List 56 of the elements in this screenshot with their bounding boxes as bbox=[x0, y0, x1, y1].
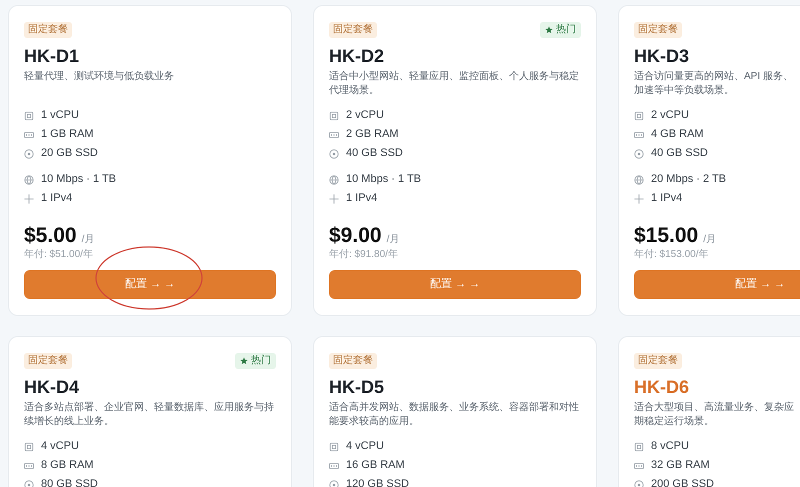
spec-text: 2 GB RAM bbox=[346, 127, 399, 142]
plan-name: HK-D4 bbox=[24, 376, 80, 398]
spec-text: 16 GB RAM bbox=[346, 458, 405, 474]
plan-description: 适合高并发网站、数据服务、业务系统、容器部署和对性 能要求较高的应用。 bbox=[329, 401, 580, 429]
plan-description: 适合访问量更高的网站、API 服务、 加速等中等负载场景。 bbox=[634, 70, 794, 98]
hot-label: 热门 bbox=[251, 354, 271, 368]
spec-text: 1 IPv4 bbox=[41, 191, 72, 206]
configure-button[interactable]: 配置 → → bbox=[329, 270, 581, 299]
spec-text: 10 Mbps · 1 TB bbox=[346, 172, 421, 188]
spec-text: 8 GB RAM bbox=[41, 458, 94, 474]
annual-price: 年付: $91.80/年 bbox=[329, 248, 399, 261]
configure-button[interactable]: 配置 → → bbox=[24, 270, 276, 299]
plan-tag: 固定套餐 bbox=[634, 353, 682, 369]
spec-text: 20 Mbps · 2 TB bbox=[651, 172, 726, 188]
plan-tag: 固定套餐 bbox=[329, 22, 377, 38]
plan-description: 适合多站点部署、企业官网、轻量数据库、应用服务与持 续增长的线上业务。 bbox=[24, 401, 275, 429]
plan-name: HK-D6 bbox=[634, 376, 690, 398]
price: $9.00 bbox=[329, 224, 382, 248]
price-period: /月 bbox=[82, 233, 94, 247]
spec-text: 2 vCPU bbox=[651, 108, 689, 124]
spec-text: 40 GB SSD bbox=[346, 146, 403, 162]
configure-button[interactable]: 配置 → → bbox=[634, 270, 800, 299]
annual-price: 年付: $153.00/年 bbox=[634, 248, 710, 261]
plan-name: HK-D5 bbox=[329, 376, 386, 398]
spec-text: 40 GB SSD bbox=[651, 146, 708, 162]
plan-name: HK-D3 bbox=[634, 45, 690, 67]
spec-text: 120 GB SSD bbox=[346, 477, 409, 487]
spec-text: 1 GB RAM bbox=[41, 127, 94, 142]
price: $15.00 bbox=[634, 224, 698, 248]
plan-name: HK-D2 bbox=[329, 45, 386, 67]
price-period: /月 bbox=[703, 233, 716, 247]
plan-description: 轻量代理、测试环境与低负载业务 bbox=[24, 70, 175, 84]
spec-text: 1 IPv4 bbox=[346, 191, 378, 206]
spec-text: 10 Mbps · 1 TB bbox=[41, 172, 116, 188]
spec-text: 4 vCPU bbox=[346, 439, 384, 454]
spec-text: 4 vCPU bbox=[41, 439, 79, 454]
plan-name: HK-D1 bbox=[24, 45, 80, 67]
hot-label: 热门 bbox=[556, 23, 576, 37]
price: $5.00 bbox=[24, 224, 77, 248]
spec-text: 200 GB SSD bbox=[651, 477, 714, 487]
spec-text: 2 vCPU bbox=[346, 108, 384, 124]
plan-description: 适合中小型网站、轻量应用、监控面板、个人服务与稳定 代理场景。 bbox=[329, 70, 580, 98]
plan-tag: 固定套餐 bbox=[634, 22, 682, 38]
spec-text: 8 vCPU bbox=[651, 439, 689, 454]
plan-tag: 固定套餐 bbox=[24, 22, 72, 38]
spec-text: 4 GB RAM bbox=[651, 127, 704, 142]
price-period: /月 bbox=[386, 233, 400, 247]
spec-text: 1 IPv4 bbox=[651, 191, 682, 206]
spec-text: 80 GB SSD bbox=[41, 477, 98, 487]
annual-price: 年付: $51.00/年 bbox=[24, 248, 94, 261]
spec-text: 1 vCPU bbox=[41, 108, 79, 124]
spec-text: 32 GB RAM bbox=[651, 458, 710, 474]
plan-tag: 固定套餐 bbox=[24, 353, 72, 369]
spec-text: 20 GB SSD bbox=[41, 146, 98, 162]
plan-tag: 固定套餐 bbox=[329, 353, 377, 369]
plan-description: 适合大型项目、高流量业务、复杂应 期稳定运行场景。 bbox=[634, 401, 795, 429]
